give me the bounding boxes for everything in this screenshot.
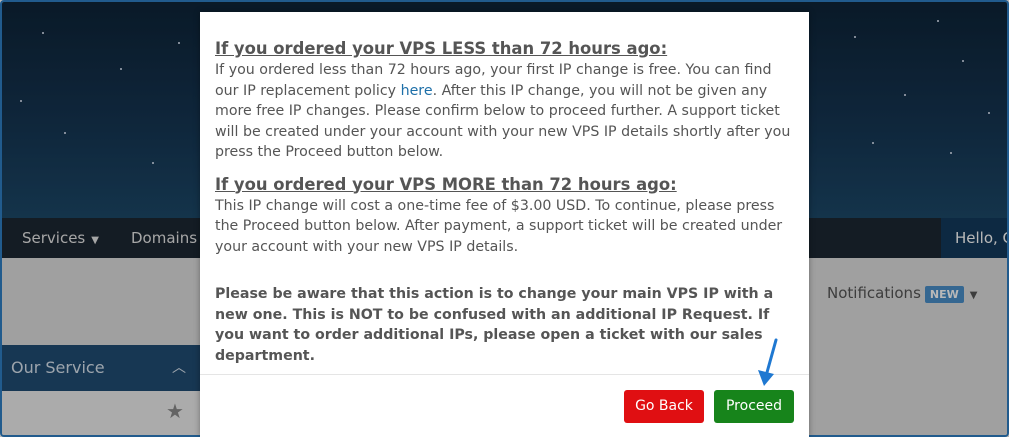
go-back-button[interactable]: Go Back [624, 390, 704, 423]
section-title-more-than-72h: If you ordered your VPS MORE than 72 hou… [215, 174, 677, 194]
section-text-more-than-72h: This IP change will cost a one-time fee … [215, 197, 783, 255]
proceed-button[interactable]: Proceed [714, 390, 794, 423]
warning-note: Please be aware that this action is to c… [215, 286, 774, 364]
section-title-less-than-72h: If you ordered your VPS LESS than 72 hou… [215, 39, 668, 58]
modal-body: If you ordered your VPS LESS than 72 hou… [215, 38, 797, 366]
pointer-arrow-icon [758, 338, 778, 386]
ip-change-modal: If you ordered your VPS LESS than 72 hou… [200, 12, 809, 437]
section-text-less-than-72h: If you ordered less than 72 hours ago, y… [215, 60, 797, 163]
modal-footer-divider [200, 374, 809, 375]
ip-policy-link[interactable]: here [401, 83, 433, 99]
